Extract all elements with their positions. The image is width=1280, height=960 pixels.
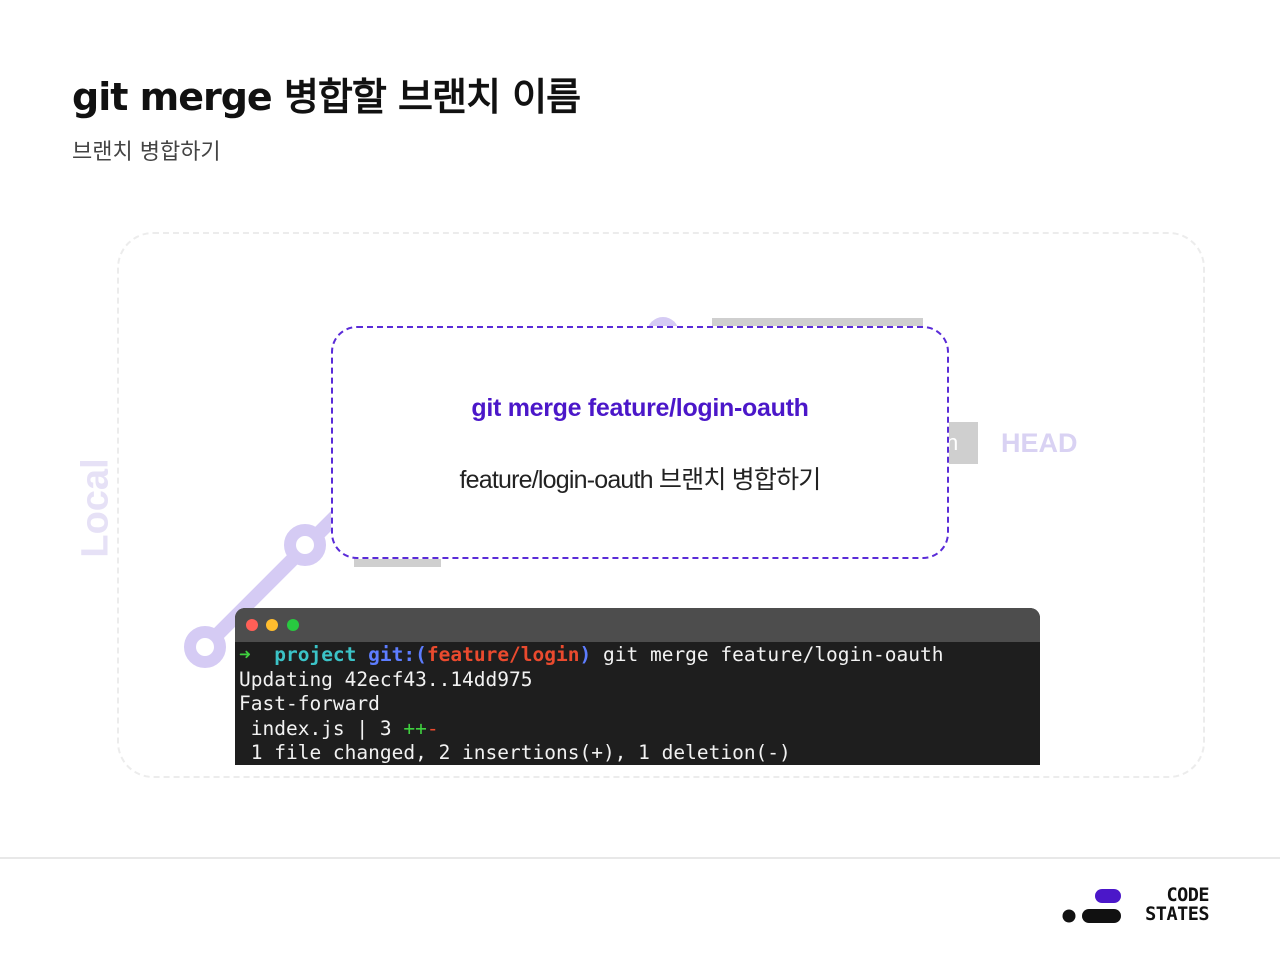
terminal-line-fast-forward: Fast-forward — [239, 692, 380, 715]
terminal-line-updating: Updating 42ecf43..14dd975 — [239, 667, 533, 691]
logo-line-2: STATES — [1145, 904, 1209, 925]
terminal-line-summary: 1 file changed, 2 insertions(+), 1 delet… — [239, 741, 791, 764]
command-callout: git merge feature/login-oauth feature/lo… — [331, 326, 949, 559]
terminal-titlebar — [235, 608, 1040, 642]
minimize-window-dot[interactable] — [266, 619, 278, 631]
terminal-output: ➜ project git:(feature/login) git merge … — [235, 642, 1040, 765]
prompt-branch: feature/login — [426, 643, 580, 666]
prompt-git-close: ) — [579, 643, 592, 666]
commit-node-1 — [184, 626, 226, 668]
terminal-window: ➜ project git:(feature/login) git merge … — [235, 608, 1040, 765]
prompt-git-open: git:( — [368, 643, 427, 666]
callout-description: feature/login-oauth 브랜치 병합하기 — [459, 466, 822, 494]
terminal-prompt-line: ➜ project git:(feature/login) git merge … — [239, 643, 1040, 668]
terminal-line-file: index.js | 3 ++- — [239, 717, 1040, 742]
file-stat-plus: ++ — [403, 716, 427, 740]
footer-divider — [0, 857, 1280, 859]
maximize-window-dot[interactable] — [287, 619, 299, 631]
prompt-arrow-icon: ➜ — [239, 643, 251, 666]
logo-line-1: CODE — [1166, 885, 1209, 906]
prompt-directory: project — [274, 643, 357, 666]
file-stat: index.js | 3 — [239, 716, 404, 740]
close-window-dot[interactable] — [246, 619, 258, 631]
commit-node-2 — [284, 524, 326, 566]
code-states-logo-text: CODE STATES — [1131, 886, 1209, 924]
callout-command: git merge feature/login-oauth — [471, 394, 809, 422]
file-stat-minus: - — [426, 716, 439, 740]
head-label: HEAD — [1001, 428, 1078, 458]
prompt-command: git merge feature/login-oauth — [603, 643, 944, 666]
